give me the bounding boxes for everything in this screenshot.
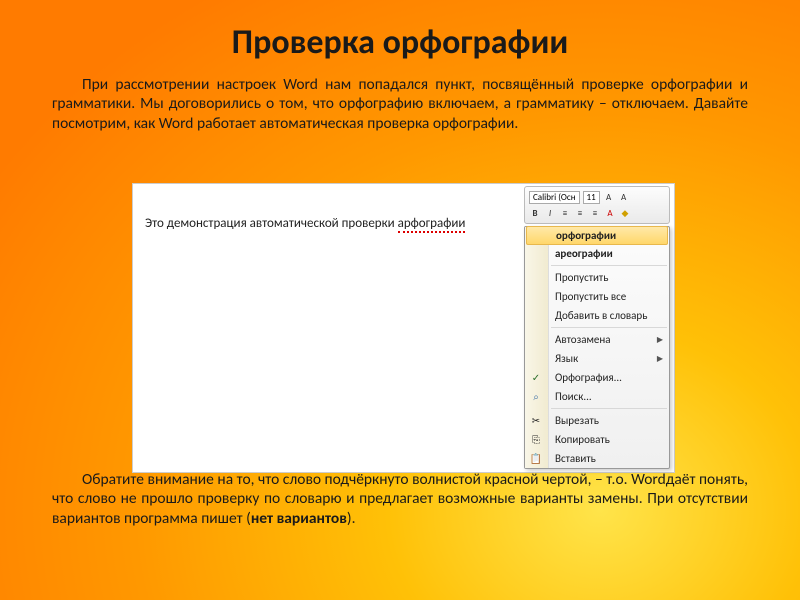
menu-suggestion-2[interactable]: ареографии [525,244,669,263]
slide-title: Проверка орфографии [0,0,800,75]
demo-prefix: Это демонстрация автоматической проверки [145,216,398,231]
font-name-box[interactable]: Calibri (Осн [529,191,580,204]
toolbar-row-2: B I ≡ ≡ ≡ A ◆ [529,205,665,221]
menu-autocorrect[interactable]: Автозамена ▶ [525,330,669,349]
menu-cut-label: Вырезать [555,414,599,427]
shrink-font-icon[interactable]: A [618,191,630,203]
menu-autocorrect-label: Автозамена [555,333,611,346]
font-size-box[interactable]: 11 [583,191,600,204]
submenu-arrow-icon: ▶ [657,354,663,364]
indent-icon[interactable]: ≡ [589,207,601,219]
menu-find-label: Поиск... [555,390,592,403]
context-menu: орфографии ареографии Пропустить Пропуст… [524,226,670,469]
highlight-icon[interactable]: ≡ [574,207,586,219]
copy-icon: ⎘ [529,433,543,447]
menu-find[interactable]: ⌕ Поиск... [525,387,669,406]
format-painter-icon[interactable]: ◆ [619,207,631,219]
toolbar-row-1: Calibri (Осн 11 A A [529,189,665,205]
menu-spelling[interactable]: ✓ Орфография... [525,368,669,387]
menu-copy-label: Копировать [555,433,610,446]
mini-toolbar: Calibri (Осн 11 A A B I ≡ ≡ ≡ A ◆ [524,186,670,224]
menu-spelling-label: Орфография... [555,371,622,384]
submenu-arrow-icon: ▶ [657,335,663,345]
menu-paste-label: Вставить [555,452,596,465]
paste-icon: 📋 [529,452,543,466]
menu-separator [551,327,667,328]
paragraph-2-text: Обратите внимание на то, что слово подчё… [52,470,748,528]
para2-part-b: ). [347,509,356,528]
menu-language[interactable]: Язык ▶ [525,349,669,368]
word-screenshot: Это демонстрация автоматической проверки… [132,183,675,473]
grow-font-icon[interactable]: A [603,191,615,203]
menu-separator [551,408,667,409]
bold-icon[interactable]: B [529,207,541,219]
menu-add-dictionary[interactable]: Добавить в словарь [525,306,669,325]
menu-copy[interactable]: ⎘ Копировать [525,430,669,449]
menu-suggestion-1[interactable]: орфографии [526,226,668,245]
menu-skip-all[interactable]: Пропустить все [525,287,669,306]
para2-bold: нет вариантов [251,509,347,528]
para2-part-a: Обратите внимание на то, что слово подчё… [52,470,748,528]
cut-icon: ✂ [529,414,543,428]
spellcheck-icon: ✓ [529,371,543,385]
find-icon: ⌕ [529,390,543,404]
menu-language-label: Язык [555,352,578,365]
align-icon[interactable]: ≡ [559,207,571,219]
demo-sentence: Это демонстрация автоматической проверки… [145,216,465,231]
paragraph-2: Обратите внимание на то, что слово подчё… [0,470,800,528]
menu-paste[interactable]: 📋 Вставить [525,449,669,468]
menu-skip[interactable]: Пропустить [525,268,669,287]
menu-separator [551,265,667,266]
paragraph-1-text: При рассмотрении настроек Word нам попад… [52,75,748,133]
paragraph-1: При рассмотрении настроек Word нам попад… [0,75,800,133]
misspelled-word: арфографии [398,216,466,233]
font-color-icon[interactable]: A [604,207,616,219]
italic-icon[interactable]: I [544,207,556,219]
menu-cut[interactable]: ✂ Вырезать [525,411,669,430]
